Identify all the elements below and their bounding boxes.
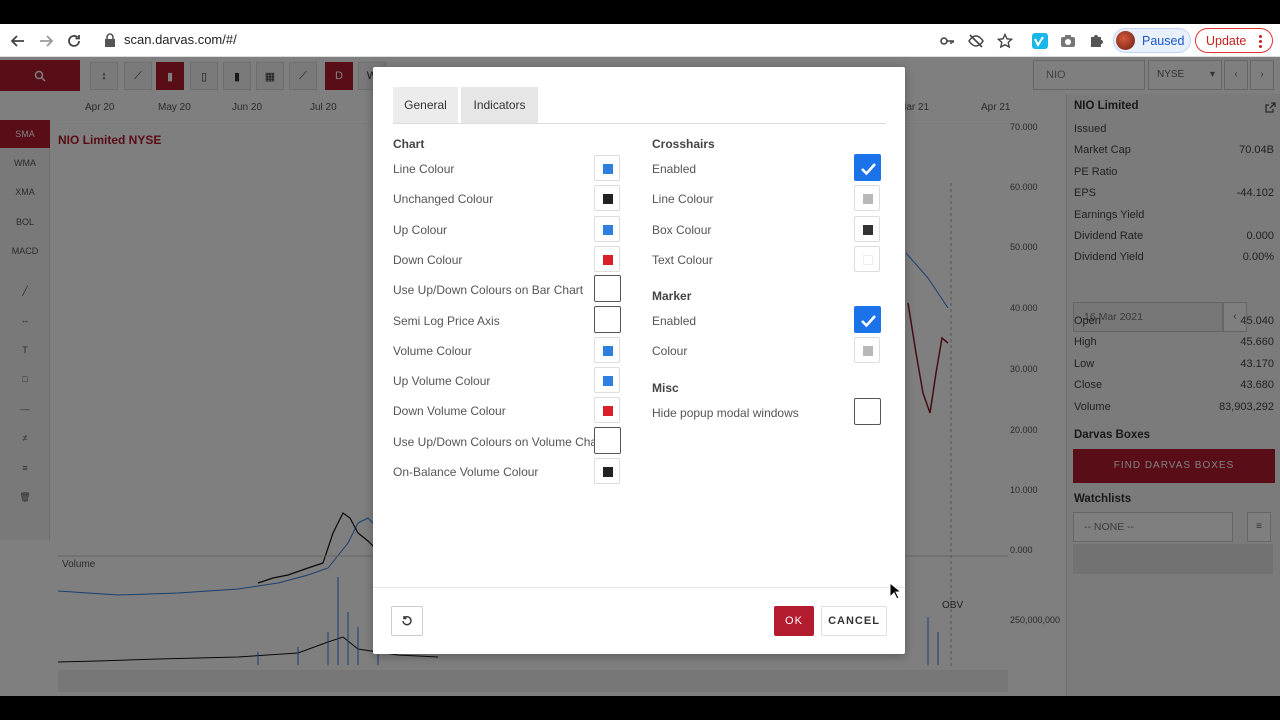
option-label: Unchanged Colour	[393, 192, 494, 207]
color-swatch-button[interactable]	[854, 337, 880, 364]
option-label: Use Up/Down Colours on Volume Chart	[393, 434, 605, 449]
color-swatch-button[interactable]	[594, 367, 620, 394]
address-bar[interactable]: scan.darvas.com/#/	[124, 32, 237, 47]
tab-indicators[interactable]: Indicators	[461, 87, 538, 123]
screen: scan.darvas.com/#/ Paused Update General…	[0, 0, 1280, 720]
option-label: Line Colour	[652, 192, 714, 207]
color-swatch	[603, 224, 613, 235]
color-swatch-button[interactable]	[594, 215, 620, 242]
option-label: Semi Log Price Axis	[393, 313, 500, 328]
puzzle-extensions-icon[interactable]	[1086, 31, 1106, 51]
reset-button[interactable]	[391, 606, 423, 636]
option-label: Hide popup modal windows	[652, 406, 799, 420]
chart-section-heading: Chart	[393, 137, 425, 151]
browser-toolbar: scan.darvas.com/#/ Paused Update	[0, 24, 1280, 57]
option-label: Enabled	[652, 314, 697, 328]
color-swatch	[603, 194, 613, 205]
tab-general[interactable]: General	[393, 87, 458, 123]
option-checkbox[interactable]	[854, 154, 881, 181]
color-swatch	[603, 467, 613, 477]
reset-icon	[402, 615, 412, 626]
color-swatch	[863, 224, 873, 235]
color-swatch-button[interactable]	[594, 185, 620, 212]
option-label: Text Colour	[652, 252, 713, 267]
forward-arrow-icon[interactable]	[35, 30, 57, 52]
option-label: Line Colour	[393, 162, 455, 176]
back-arrow-icon[interactable]	[7, 30, 29, 52]
option-checkbox[interactable]	[594, 305, 621, 333]
profile-paused-button[interactable]: Paused	[1113, 28, 1191, 53]
lock-icon	[104, 33, 116, 52]
update-button[interactable]: Update	[1195, 28, 1273, 53]
mouse-cursor-icon	[889, 581, 903, 605]
update-label: Update	[1206, 34, 1247, 48]
ok-button[interactable]: OK	[774, 606, 814, 636]
option-checkbox[interactable]	[594, 275, 621, 303]
option-label: Enabled	[652, 162, 697, 176]
color-swatch-button[interactable]	[594, 336, 620, 363]
reload-icon[interactable]	[63, 30, 85, 52]
star-icon[interactable]	[995, 31, 1015, 51]
option-label: On-Balance Volume Colour	[393, 465, 539, 479]
color-swatch	[603, 406, 613, 417]
color-swatch	[603, 164, 613, 174]
marker-section-heading: Marker	[652, 289, 692, 303]
kebab-menu-icon	[1259, 35, 1262, 50]
eye-off-icon[interactable]	[966, 31, 986, 51]
color-swatch	[863, 194, 873, 205]
vimeo-extension-icon[interactable]	[1030, 31, 1050, 51]
option-label: Down Colour	[393, 252, 463, 267]
option-label: Up Colour	[393, 222, 448, 237]
paused-label: Paused	[1142, 34, 1185, 48]
color-swatch-button[interactable]	[854, 245, 880, 272]
option-label: Down Volume Colour	[393, 404, 506, 419]
footer-divider	[373, 587, 905, 588]
settings-modal: General Indicators Chart Line Colour Unch…	[373, 67, 905, 654]
color-swatch	[863, 254, 873, 265]
color-swatch-button[interactable]	[594, 155, 620, 181]
color-swatch	[603, 345, 613, 356]
option-checkbox[interactable]	[594, 426, 621, 454]
color-swatch-button[interactable]	[594, 458, 620, 484]
color-swatch-button[interactable]	[594, 245, 620, 272]
color-swatch	[603, 254, 613, 265]
option-label: Use Up/Down Colours on Bar Chart	[393, 283, 584, 298]
option-checkbox[interactable]	[854, 306, 881, 333]
option-label: Up Volume Colour	[393, 374, 491, 389]
misc-section-heading: Misc	[652, 381, 679, 395]
cancel-button[interactable]: CANCEL	[821, 606, 887, 636]
option-label: Box Colour	[652, 222, 712, 237]
crosshairs-section-heading: Crosshairs	[652, 137, 715, 151]
camera-icon[interactable]	[1058, 31, 1078, 51]
tab-divider	[393, 123, 886, 124]
color-swatch	[603, 376, 613, 387]
option-label: Volume Colour	[393, 343, 472, 358]
option-label: Colour	[652, 344, 688, 359]
option-checkbox[interactable]	[854, 398, 881, 425]
avatar	[1116, 31, 1135, 50]
color-swatch	[863, 346, 873, 357]
checkmark-icon	[861, 163, 876, 176]
key-icon[interactable]	[937, 31, 957, 51]
color-swatch-button[interactable]	[594, 397, 620, 424]
checkmark-icon	[861, 315, 876, 328]
color-swatch-button[interactable]	[854, 215, 880, 242]
color-swatch-button[interactable]	[854, 185, 880, 212]
